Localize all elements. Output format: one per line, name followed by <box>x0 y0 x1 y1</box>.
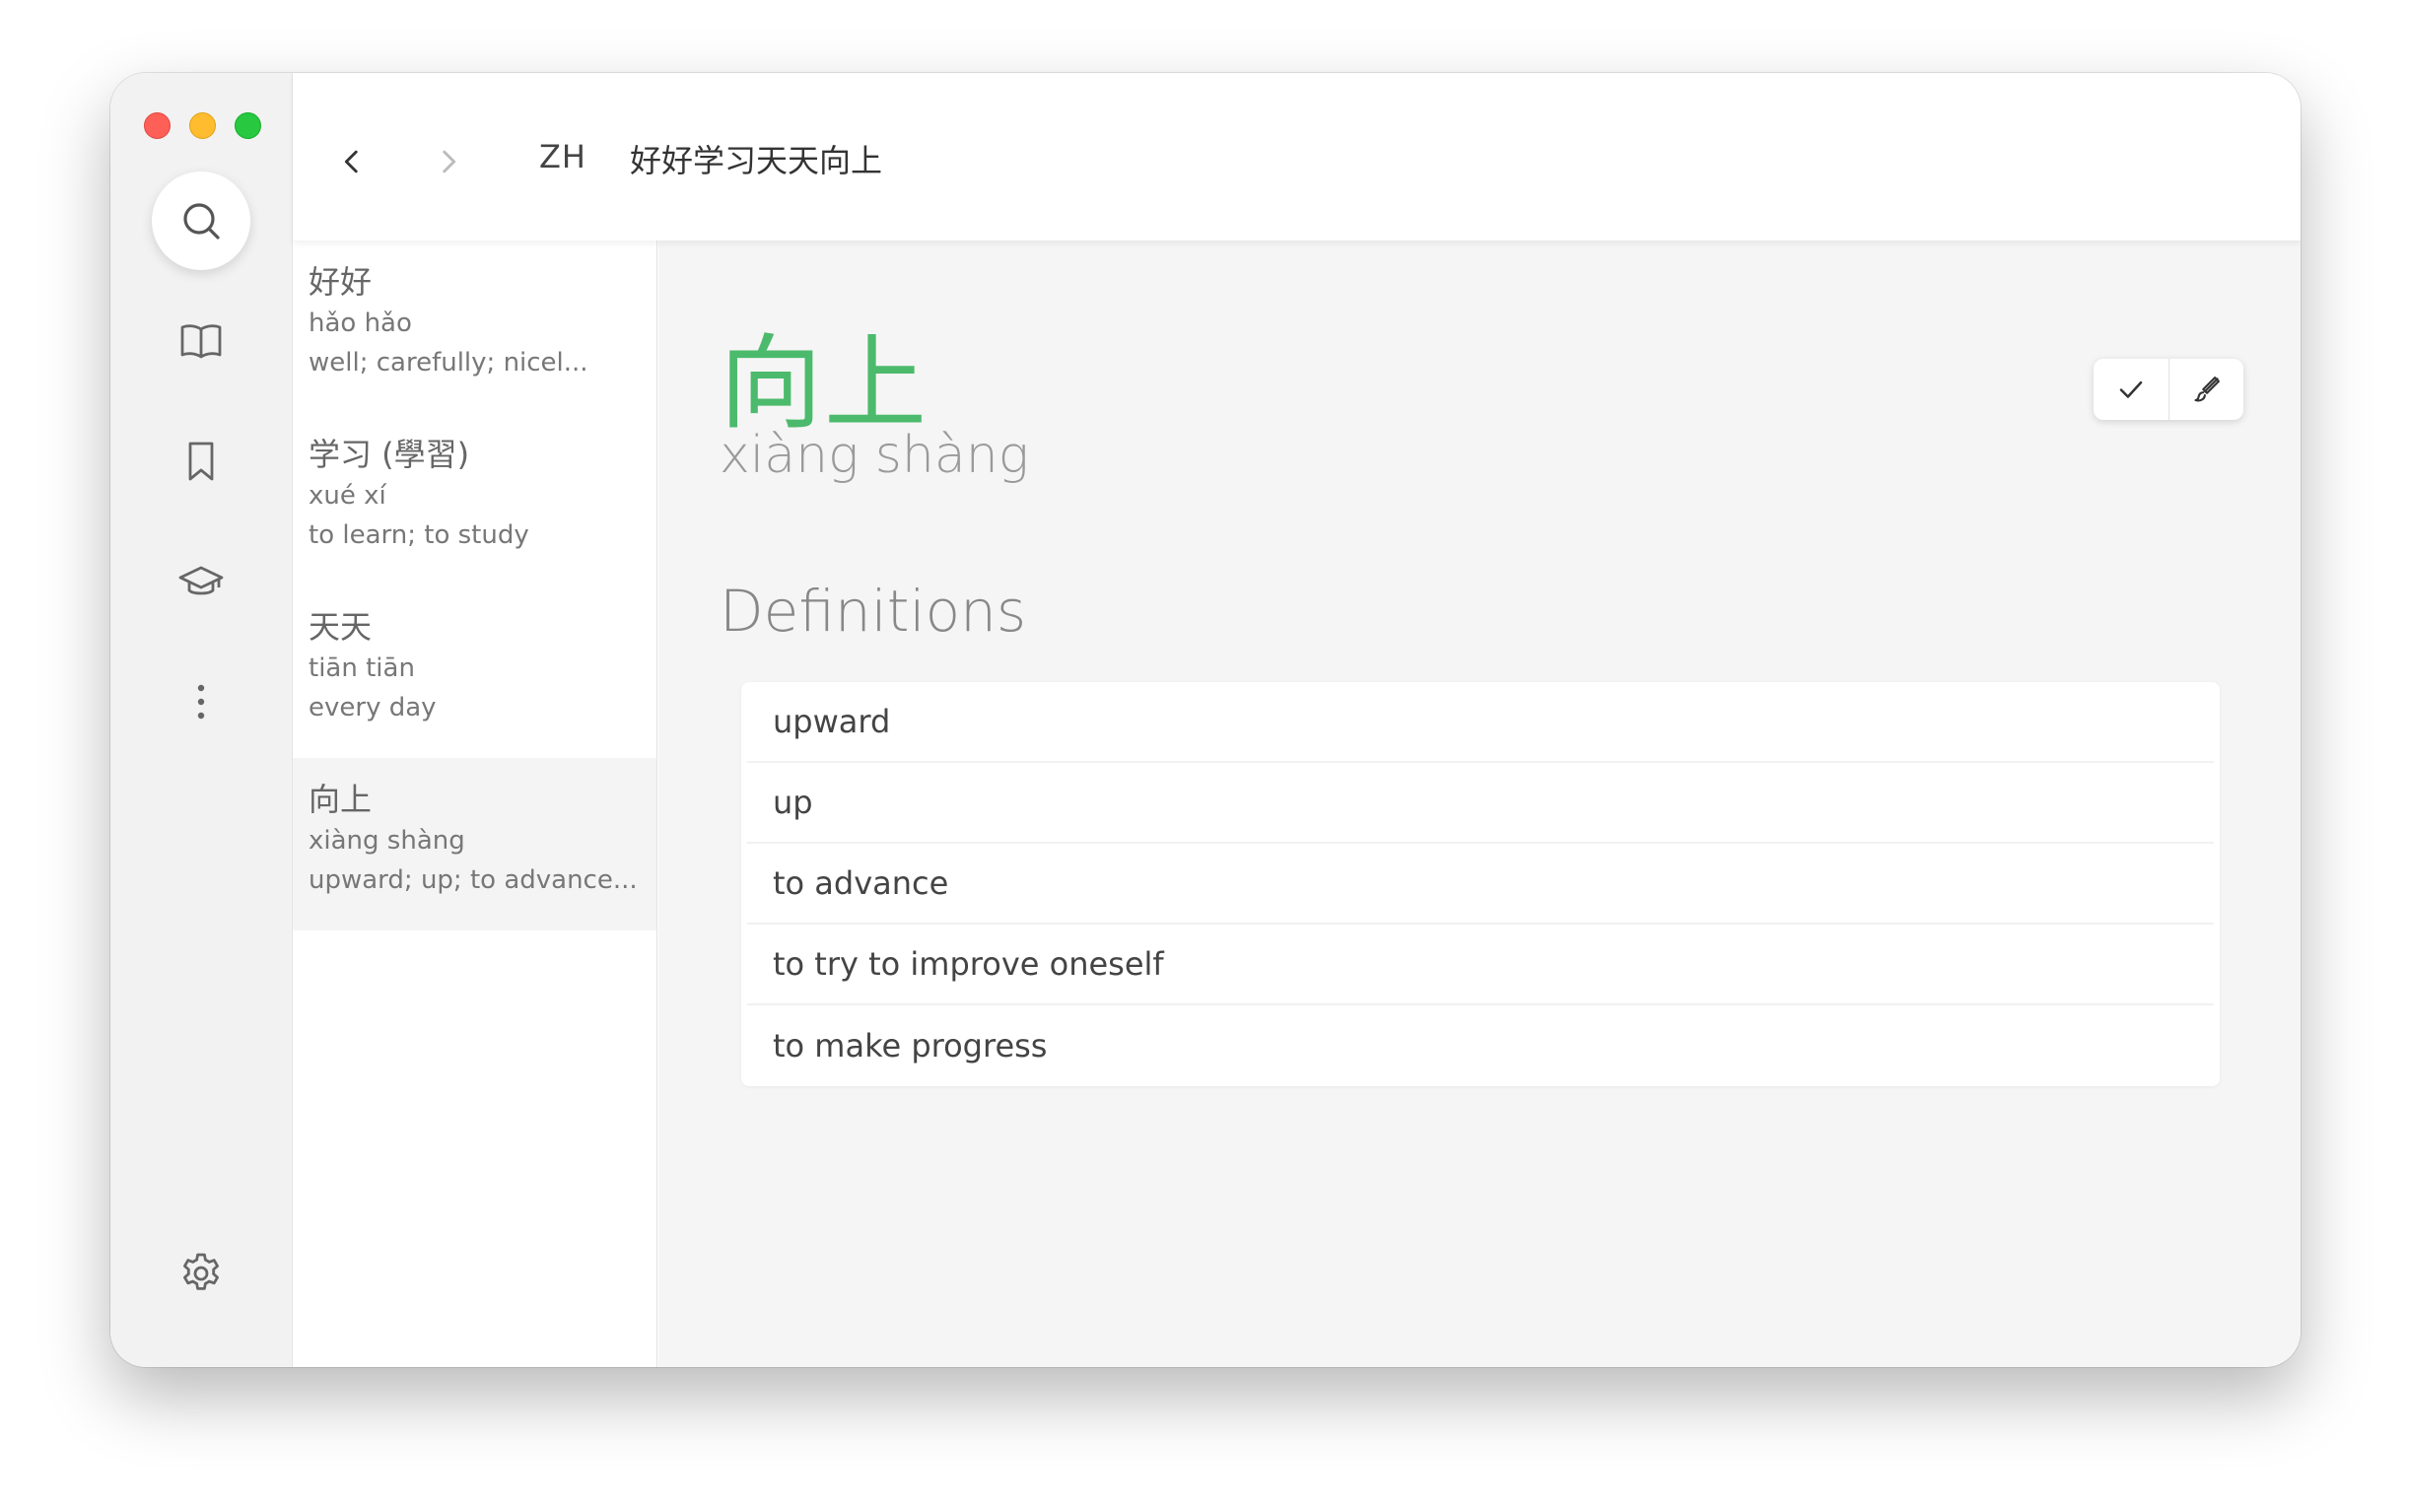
study-button[interactable] <box>152 532 250 631</box>
list-item-definition: every day <box>309 693 437 722</box>
language-indicator[interactable]: ZH <box>539 138 586 175</box>
definition-row: to try to improve oneself <box>747 925 2214 1005</box>
definition-row: upward <box>747 682 2214 763</box>
settings-button[interactable] <box>152 1224 250 1323</box>
list-item-pinyin: xiàng shàng <box>309 826 465 856</box>
forward-button[interactable] <box>419 132 478 191</box>
dictionary-button[interactable] <box>152 292 250 390</box>
book-open-icon <box>180 324 222 359</box>
chevron-left-icon <box>344 150 358 173</box>
word-detail: 向上 xiàng shàng Definitions upward up to … <box>658 241 2301 1367</box>
sidebar-rail <box>110 73 293 1367</box>
list-item-definition: upward; up; to advance... <box>309 865 638 895</box>
list-item-definition: to learn; to study <box>309 520 529 550</box>
bookmark-icon <box>188 442 214 481</box>
list-item-hanzi: 好好 <box>309 263 373 301</box>
bookmarks-button[interactable] <box>152 412 250 511</box>
list-item-hanzi: 学习 (學習) <box>309 436 470 473</box>
list-item[interactable]: 好好 hǎo hǎo well; carefully; nicel... <box>293 241 656 413</box>
definitions-heading: Definitions <box>720 578 1027 645</box>
more-vertical-icon <box>197 684 205 720</box>
more-button[interactable] <box>152 653 250 751</box>
minimize-window-button[interactable] <box>189 112 216 139</box>
list-item-pinyin: tiān tiān <box>309 653 415 683</box>
app-window: ZH 好好学习天天向上 好好 hǎo hǎo well; carefully; … <box>110 73 2301 1367</box>
graduation-cap-icon <box>178 566 224 595</box>
mark-known-button[interactable] <box>2094 359 2168 420</box>
list-item-hanzi: 天天 <box>309 608 373 646</box>
chevron-right-icon <box>443 150 456 173</box>
list-item-pinyin: xué xí <box>309 481 386 511</box>
window-controls <box>144 112 261 139</box>
word-actions <box>2094 359 2243 420</box>
definition-row: to advance <box>747 844 2214 925</box>
handwriting-button[interactable] <box>2168 359 2243 420</box>
definitions-list: upward up to advance to try to improve o… <box>741 682 2220 1086</box>
close-window-button[interactable] <box>144 112 171 139</box>
list-item[interactable]: 学习 (學習) xué xí to learn; to study <box>293 413 656 585</box>
list-item-definition: well; carefully; nicel... <box>309 348 588 378</box>
list-item-pinyin: hǎo hǎo <box>309 309 412 338</box>
gear-icon <box>183 1253 219 1290</box>
search-button[interactable] <box>152 172 250 270</box>
search-icon <box>183 203 220 240</box>
headword-pinyin: xiàng shàng <box>720 426 1029 485</box>
checkmark-icon <box>2119 380 2143 398</box>
zoom-window-button[interactable] <box>235 112 261 139</box>
word-list: 好好 hǎo hǎo well; carefully; nicel... 学习 … <box>293 241 657 1367</box>
list-item[interactable]: 天天 tiān tiān every day <box>293 585 656 758</box>
definition-row: up <box>747 763 2214 844</box>
brush-icon <box>2193 377 2220 402</box>
definition-row: to make progress <box>773 1027 1048 1065</box>
list-item-selected[interactable]: 向上 xiàng shàng upward; up; to advance... <box>293 758 656 930</box>
list-item-hanzi: 向上 <box>309 781 373 818</box>
search-query[interactable]: 好好学习天天向上 <box>630 136 882 181</box>
back-button[interactable] <box>322 132 381 191</box>
toolbar: ZH 好好学习天天向上 <box>293 73 2301 241</box>
